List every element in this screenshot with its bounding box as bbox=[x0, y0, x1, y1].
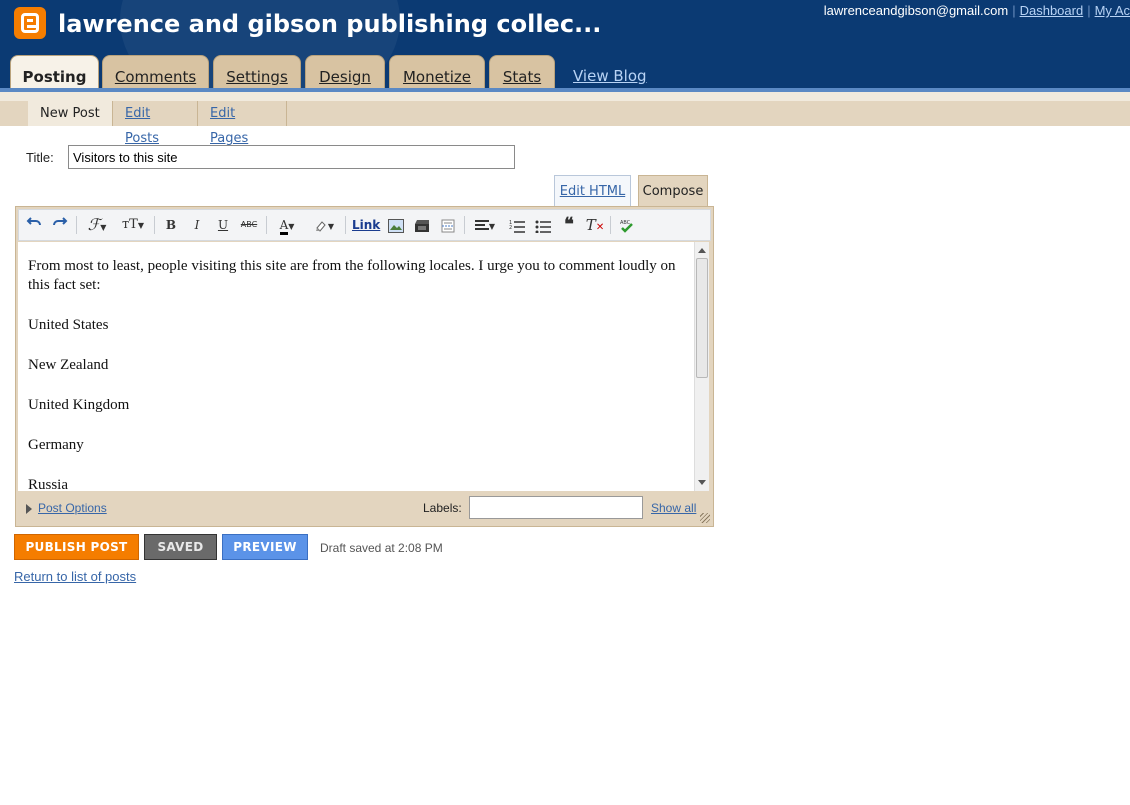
editor-footer: Post Options Labels: Show all bbox=[16, 491, 713, 526]
italic-icon[interactable]: I bbox=[188, 214, 206, 236]
saved-button[interactable]: SAVED bbox=[144, 534, 217, 560]
preview-button[interactable]: PREVIEW bbox=[222, 534, 308, 560]
tab-settings[interactable]: Settings bbox=[213, 55, 301, 91]
tab-comments[interactable]: Comments bbox=[102, 55, 209, 91]
tab-monetize[interactable]: Monetize bbox=[389, 55, 485, 91]
subtab-edit-pages[interactable]: Edit Pages bbox=[198, 101, 287, 146]
subtab-new-post[interactable]: New Post bbox=[28, 101, 113, 126]
font-size-glyph: тТ bbox=[121, 217, 138, 232]
redo-icon[interactable] bbox=[50, 214, 70, 236]
remove-formatting-icon[interactable]: T✕ bbox=[585, 214, 605, 236]
scroll-thumb[interactable] bbox=[696, 258, 708, 378]
spellcheck-icon[interactable]: ABC bbox=[616, 214, 638, 236]
align-icon[interactable]: ▼ bbox=[470, 214, 500, 236]
resize-grip-icon[interactable] bbox=[700, 513, 710, 523]
body-paragraph: United Kingdom bbox=[28, 397, 130, 413]
editor-scrollbar[interactable] bbox=[694, 242, 709, 491]
labels-label: Labels: bbox=[423, 501, 462, 515]
body-paragraph: United States bbox=[28, 317, 109, 333]
edit-html-tab[interactable]: Edit HTML bbox=[554, 175, 631, 208]
blog-title: lawrence and gibson publishing collec... bbox=[58, 10, 602, 38]
strikethrough-icon[interactable]: ABC bbox=[238, 214, 260, 236]
scroll-down-icon[interactable] bbox=[698, 480, 706, 485]
dashboard-link[interactable]: Dashboard bbox=[1020, 3, 1084, 18]
post-options-toggle[interactable]: Post Options bbox=[26, 501, 107, 515]
post-editor: ℱ▼ тТ▼ B I U ABC A▼ ▼ Link ▼ 12 ❝ T✕ ABC… bbox=[15, 206, 714, 527]
return-to-posts-link[interactable]: Return to list of posts bbox=[14, 569, 136, 584]
subtab-edit-pages-link[interactable]: Edit Pages bbox=[210, 106, 248, 146]
post-body-editor[interactable]: From most to least, people visiting this… bbox=[18, 242, 694, 491]
underline-icon[interactable]: U bbox=[214, 214, 232, 236]
tab-stats[interactable]: Stats bbox=[489, 55, 555, 91]
top-nav: lawrenceandgibson@gmail.com | Dashboard | My… bbox=[823, 3, 1130, 18]
user-email: lawrenceandgibson@gmail.com bbox=[823, 3, 1009, 18]
view-blog-link[interactable]: View Blog bbox=[573, 67, 647, 85]
text-color-icon[interactable]: A▼ bbox=[272, 214, 302, 236]
image-icon[interactable] bbox=[386, 214, 406, 236]
subtab-edit-posts[interactable]: Edit Posts bbox=[113, 101, 198, 146]
header-bar: lawrence and gibson publishing collec...… bbox=[0, 0, 1130, 92]
expand-triangle-icon bbox=[26, 503, 32, 514]
publish-post-button[interactable]: PUBLISH POST bbox=[14, 534, 139, 560]
blockquote-icon[interactable]: ❝ bbox=[559, 214, 579, 236]
compose-tab[interactable]: Compose bbox=[638, 175, 708, 208]
numbered-list-icon[interactable]: 12 bbox=[507, 214, 527, 236]
post-options-link[interactable]: Post Options bbox=[38, 501, 107, 515]
blogger-logo-icon[interactable] bbox=[14, 7, 46, 39]
body-paragraph: From most to least, people visiting this… bbox=[28, 258, 676, 293]
link-button[interactable]: Link bbox=[352, 214, 380, 236]
labels-input[interactable] bbox=[469, 496, 643, 519]
bold-icon[interactable]: B bbox=[162, 214, 180, 236]
editor-toolbar: ℱ▼ тТ▼ B I U ABC A▼ ▼ Link ▼ 12 ❝ T✕ ABC bbox=[18, 209, 711, 241]
svg-text:2: 2 bbox=[509, 225, 512, 231]
video-icon[interactable] bbox=[412, 214, 432, 236]
undo-icon[interactable] bbox=[24, 214, 44, 236]
sub-nav: New Post Edit Posts Edit Pages bbox=[0, 92, 1130, 146]
jump-break-icon[interactable] bbox=[438, 214, 458, 236]
title-label: Title: bbox=[26, 150, 54, 165]
draft-status: Draft saved at 2:08 PM bbox=[320, 541, 443, 555]
font-size-icon[interactable]: тТ▼ bbox=[117, 214, 149, 236]
body-paragraph: Russia bbox=[28, 477, 69, 491]
body-paragraph: Germany bbox=[28, 437, 84, 453]
scroll-up-icon[interactable] bbox=[698, 248, 706, 253]
my-account-link[interactable]: My Ac bbox=[1095, 3, 1130, 18]
subtab-edit-posts-link[interactable]: Edit Posts bbox=[125, 106, 159, 146]
tab-design[interactable]: Design bbox=[305, 55, 385, 91]
bullet-list-icon[interactable] bbox=[533, 214, 553, 236]
body-paragraph: New Zealand bbox=[28, 357, 109, 373]
post-title-input[interactable] bbox=[68, 145, 515, 169]
show-all-labels-link[interactable]: Show all bbox=[651, 501, 696, 515]
highlight-color-icon[interactable]: ▼ bbox=[309, 214, 339, 236]
font-family-icon[interactable]: ℱ▼ bbox=[82, 214, 112, 236]
tab-posting[interactable]: Posting bbox=[10, 55, 99, 92]
